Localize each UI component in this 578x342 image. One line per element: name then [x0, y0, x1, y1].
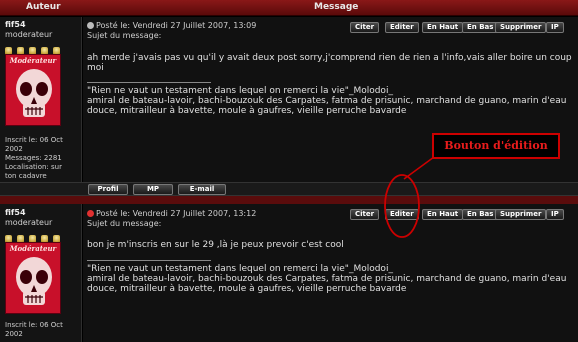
- skull-icon: [16, 257, 52, 305]
- avatar: Modérateur: [5, 54, 61, 126]
- delete-button[interactable]: Supprimer: [495, 209, 547, 220]
- post-date: Posté le: Vendredi 27 Juillet 2007, 13:0…: [87, 21, 256, 30]
- signature-separator: [87, 260, 211, 261]
- post-subject: Sujet du message:: [87, 219, 162, 228]
- skull-icon: [16, 69, 52, 117]
- post-divider: [0, 196, 578, 204]
- signature: "Rien ne vaut un testament dans lequel o…: [87, 264, 567, 294]
- ip-button[interactable]: IP: [546, 22, 564, 33]
- top-button[interactable]: En Haut: [422, 22, 464, 33]
- highlight-ellipse: [384, 174, 420, 238]
- email-button[interactable]: E-mail: [178, 184, 226, 195]
- username[interactable]: fif54: [5, 208, 26, 217]
- user-rank: moderateur: [5, 30, 53, 39]
- post-status-icon: [87, 22, 94, 29]
- profile-button[interactable]: Profil: [88, 184, 128, 195]
- annotation-arrow: [384, 156, 435, 238]
- avatar: Modérateur: [5, 242, 61, 314]
- ip-button[interactable]: IP: [546, 209, 564, 220]
- post-footer: [0, 182, 578, 196]
- avatar-label: Modérateur: [9, 56, 57, 65]
- avatar-label: Modérateur: [9, 244, 57, 253]
- annotation-label: Bouton d'édition: [444, 139, 548, 152]
- rank-stars-icon: [5, 41, 67, 56]
- edit-button[interactable]: Editer: [385, 22, 419, 33]
- author-column-header: Auteur: [26, 2, 61, 12]
- delete-button[interactable]: Supprimer: [495, 22, 547, 33]
- pm-button[interactable]: MP: [133, 184, 173, 195]
- quote-button[interactable]: Citer: [350, 22, 380, 33]
- post-date: Posté le: Vendredi 27 Juillet 2007, 13:1…: [87, 209, 256, 218]
- message-column-header: Message: [314, 2, 359, 12]
- bottom-button[interactable]: En Bas: [462, 22, 499, 33]
- user-rank: moderateur: [5, 218, 53, 227]
- user-info: Inscrit le: 06 Oct 2002: [5, 321, 63, 338]
- bottom-button[interactable]: En Bas: [462, 209, 499, 220]
- signature-separator: [87, 82, 211, 83]
- post-status-icon: [87, 210, 94, 217]
- post-subject: Sujet du message:: [87, 31, 162, 40]
- signature: "Rien ne vaut un testament dans lequel o…: [87, 86, 567, 116]
- username[interactable]: fif54: [5, 20, 26, 29]
- post-message: bon je m'inscris en sur le 29 ,là je peu…: [87, 240, 344, 250]
- rank-stars-icon: [5, 229, 67, 244]
- user-info: Inscrit le: 06 Oct 2002 Messages: 2281 L…: [5, 136, 63, 180]
- table-header: Auteur Message: [0, 0, 578, 16]
- annotation-callout: Bouton d'édition: [432, 133, 560, 159]
- post-message: ah merde j'avais pas vu qu'il y avait de…: [87, 53, 572, 73]
